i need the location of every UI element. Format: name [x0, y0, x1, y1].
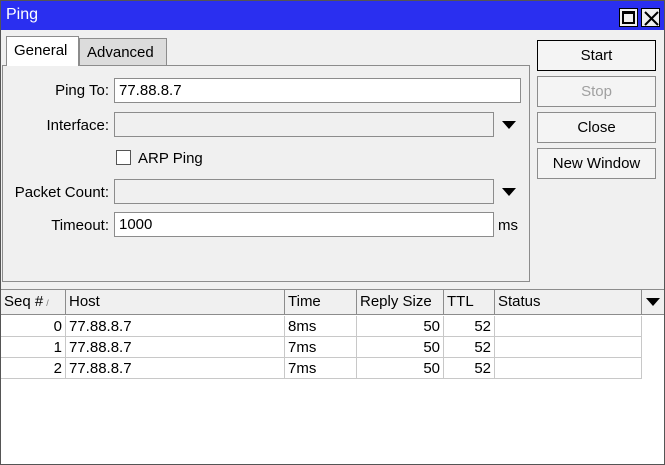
restore-button[interactable]: [619, 8, 638, 27]
cell-ttl: 52: [444, 316, 495, 337]
cell-reply-size: 50: [357, 358, 444, 379]
ping-to-label: Ping To:: [55, 82, 109, 99]
cell-time: 7ms: [285, 358, 357, 379]
timeout-label: Timeout:: [51, 217, 109, 234]
close-window-button[interactable]: [641, 8, 660, 27]
packet-count-select[interactable]: [114, 179, 494, 204]
table-row[interactable]: 0 77.88.8.7 8ms 50 52: [1, 316, 664, 337]
sort-indicator-icon: /: [46, 298, 49, 308]
ping-to-input[interactable]: 77.88.8.7: [114, 78, 521, 103]
column-header-time[interactable]: Time: [285, 290, 357, 314]
ping-window: Ping General Advanced Ping To: 77.88.8.7…: [0, 0, 665, 465]
column-header-status[interactable]: Status: [495, 290, 642, 314]
table-header: Seq # / Host Time Reply Size TTL Status: [1, 290, 664, 315]
close-icon: [644, 11, 659, 26]
tab-advanced[interactable]: Advanced: [79, 38, 167, 66]
cell-reply-size: 50: [357, 337, 444, 358]
packet-count-dropdown-arrow-icon[interactable]: [502, 188, 516, 196]
table-row[interactable]: 1 77.88.8.7 7ms 50 52: [1, 337, 664, 358]
cell-host: 77.88.8.7: [66, 358, 285, 379]
results-table: Seq # / Host Time Reply Size TTL Status 0…: [1, 289, 664, 464]
column-header-host[interactable]: Host: [66, 290, 285, 314]
column-menu-button[interactable]: [642, 290, 664, 314]
cell-ttl: 52: [444, 337, 495, 358]
start-button[interactable]: Start: [537, 40, 656, 71]
cell-ttl: 52: [444, 358, 495, 379]
cell-host: 77.88.8.7: [66, 337, 285, 358]
table-row[interactable]: 2 77.88.8.7 7ms 50 52: [1, 358, 664, 379]
arp-ping-label: ARP Ping: [138, 150, 203, 167]
timeout-unit: ms: [498, 217, 518, 234]
cell-seq: 0: [1, 316, 66, 337]
title-bar[interactable]: Ping: [1, 1, 664, 30]
interface-dropdown-arrow-icon[interactable]: [502, 121, 516, 129]
cell-host: 77.88.8.7: [66, 316, 285, 337]
tab-general[interactable]: General: [6, 36, 79, 66]
column-header-reply-size[interactable]: Reply Size: [357, 290, 444, 314]
interface-select[interactable]: [114, 112, 494, 137]
column-header-ttl[interactable]: TTL: [444, 290, 495, 314]
packet-count-label: Packet Count:: [14, 184, 109, 201]
cell-seq: 1: [1, 337, 66, 358]
timeout-input[interactable]: 1000: [114, 212, 494, 237]
general-panel: Ping To: 77.88.8.7 Interface: ARP Ping P…: [2, 65, 530, 282]
cell-time: 8ms: [285, 316, 357, 337]
arp-ping-checkbox[interactable]: [116, 150, 131, 165]
cell-status: [495, 316, 642, 337]
cell-time: 7ms: [285, 337, 357, 358]
window-title: Ping: [6, 6, 39, 23]
cell-status: [495, 358, 642, 379]
stop-button[interactable]: Stop: [537, 76, 656, 107]
interface-label: Interface:: [46, 117, 109, 134]
column-menu-arrow-icon: [646, 298, 660, 306]
cell-status: [495, 337, 642, 358]
new-window-button[interactable]: New Window: [537, 148, 656, 179]
cell-reply-size: 50: [357, 316, 444, 337]
column-header-seq-label: Seq #: [4, 293, 44, 310]
column-header-seq[interactable]: Seq # /: [1, 290, 66, 314]
close-button[interactable]: Close: [537, 112, 656, 143]
cell-seq: 2: [1, 358, 66, 379]
restore-icon: [622, 11, 635, 24]
